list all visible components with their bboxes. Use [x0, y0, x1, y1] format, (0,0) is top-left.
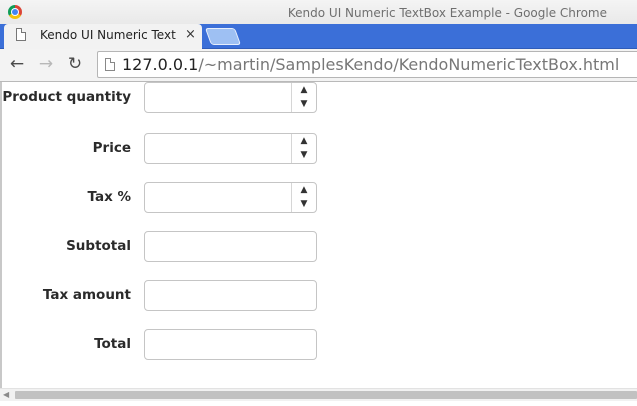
increase-arrow-icon[interactable]: ▲: [292, 83, 316, 97]
window-titlebar: Kendo UI Numeric TextBox Example - Googl…: [0, 0, 637, 24]
total-input[interactable]: [145, 330, 316, 359]
product-quantity-numeric-textbox: ▲ ▼: [144, 82, 317, 113]
tab-strip: Kendo UI Numeric Text ×: [0, 24, 637, 49]
url-text[interactable]: 127.0.0.1/~martin/SamplesKendo/KendoNume…: [122, 55, 619, 74]
page-content: Product quantity ▲ ▼ Price ▲ ▼ Tax % ▲ ▼: [0, 82, 637, 388]
browser-toolbar: ← → ↻ 127.0.0.1/~martin/SamplesKendo/Ken…: [0, 49, 637, 82]
decrease-arrow-icon[interactable]: ▼: [292, 148, 316, 162]
form-row-total: Total: [2, 329, 637, 361]
window-bottom-edge: [0, 401, 637, 406]
forward-icon[interactable]: →: [36, 54, 56, 74]
price-spinners: ▲ ▼: [291, 134, 316, 163]
back-icon[interactable]: ←: [7, 54, 27, 74]
total-label: Total: [94, 336, 131, 352]
url-host: 127.0.0.1: [122, 55, 199, 74]
subtotal-input[interactable]: [145, 232, 316, 261]
page-favicon-icon: [16, 28, 26, 41]
product-quantity-label: Product quantity: [2, 89, 131, 105]
new-tab-button[interactable]: [204, 28, 242, 45]
decrease-arrow-icon[interactable]: ▼: [292, 197, 316, 211]
tax-amount-input[interactable]: [145, 281, 316, 310]
tax-percent-numeric-textbox: ▲ ▼: [144, 182, 317, 213]
product-quantity-input[interactable]: [145, 83, 291, 112]
price-label: Price: [92, 140, 131, 156]
tax-percent-label: Tax %: [87, 189, 131, 205]
tab-active[interactable]: Kendo UI Numeric Text ×: [4, 24, 202, 49]
scroll-left-arrow-icon[interactable]: ◀: [3, 390, 9, 399]
form-row-tax-amount: Tax amount: [2, 280, 637, 312]
tax-amount-label: Tax amount: [42, 287, 131, 303]
form-row-product-quantity: Product quantity ▲ ▼: [2, 82, 637, 114]
increase-arrow-icon[interactable]: ▲: [292, 183, 316, 197]
chrome-logo-icon: [8, 5, 22, 19]
product-quantity-spinners: ▲ ▼: [291, 83, 316, 112]
tax-percent-spinners: ▲ ▼: [291, 183, 316, 212]
close-tab-icon[interactable]: ×: [185, 27, 196, 42]
reload-icon[interactable]: ↻: [65, 54, 85, 74]
form-row-tax-percent: Tax % ▲ ▼: [2, 182, 637, 214]
price-input[interactable]: [145, 134, 291, 163]
tab-title: Kendo UI Numeric Text: [40, 28, 176, 42]
horizontal-scrollbar[interactable]: ◀: [0, 388, 637, 401]
window-title: Kendo UI Numeric TextBox Example - Googl…: [287, 6, 607, 20]
subtotal-label: Subtotal: [66, 238, 131, 254]
address-bar[interactable]: 127.0.0.1/~martin/SamplesKendo/KendoNume…: [97, 51, 637, 78]
form-row-subtotal: Subtotal: [2, 231, 637, 263]
total-textbox: [144, 329, 317, 360]
decrease-arrow-icon[interactable]: ▼: [292, 97, 316, 111]
url-path: /~martin/SamplesKendo/KendoNumericTextBo…: [198, 55, 620, 74]
scrollbar-thumb[interactable]: [15, 391, 637, 399]
tax-percent-input[interactable]: [145, 183, 291, 212]
subtotal-textbox: [144, 231, 317, 262]
increase-arrow-icon[interactable]: ▲: [292, 134, 316, 148]
page-icon: [105, 58, 115, 71]
tax-amount-textbox: [144, 280, 317, 311]
price-numeric-textbox: ▲ ▼: [144, 133, 317, 164]
form-row-price: Price ▲ ▼: [2, 133, 637, 165]
